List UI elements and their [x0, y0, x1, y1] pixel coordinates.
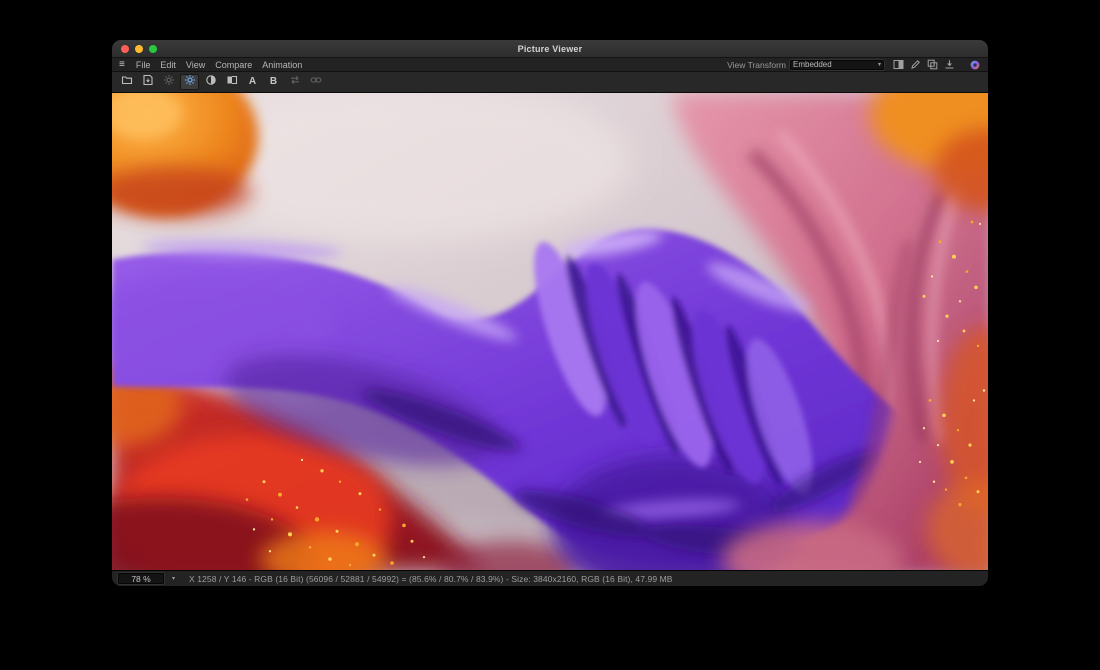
folder-icon: [121, 73, 133, 91]
status-bar: 78 % ▾ X 1258 / Y 146 - RGB (16 Bit) (56…: [112, 570, 988, 586]
download-icon[interactable]: [944, 59, 955, 70]
version-b-label: B: [270, 77, 277, 87]
zoom-level-field[interactable]: 78 %: [118, 573, 164, 584]
gear-icon: [163, 73, 175, 91]
menu-view[interactable]: View: [181, 60, 210, 70]
picture-canvas[interactable]: [112, 93, 988, 570]
compare-fold-button[interactable]: [222, 74, 241, 90]
view-transform-value: Embedded: [793, 60, 832, 69]
window-titlebar[interactable]: Picture Viewer: [112, 40, 988, 58]
contrast-icon: [205, 73, 217, 91]
menu-bar: ≡ File Edit View Compare Animation View …: [112, 58, 988, 72]
contrast-button[interactable]: [201, 74, 220, 90]
version-a-button[interactable]: A: [243, 74, 262, 90]
pixel-info-text: X 1258 / Y 146 - RGB (16 Bit) (56096 / 5…: [189, 574, 673, 584]
version-a-label: A: [249, 77, 256, 87]
picture-viewer-window: Picture Viewer ≡ File Edit View Compare …: [112, 40, 988, 586]
minimize-button[interactable]: [135, 45, 143, 53]
rendered-image: [112, 93, 988, 570]
close-button[interactable]: [121, 45, 129, 53]
save-icon: [142, 73, 154, 91]
link-icon: [310, 73, 322, 91]
window-title: Picture Viewer: [112, 44, 988, 54]
active-gear-icon: [184, 73, 196, 91]
menu-edit[interactable]: Edit: [155, 60, 181, 70]
menu-animation[interactable]: Animation: [257, 60, 307, 70]
swap-arrows-icon: [289, 73, 301, 91]
open-file-button[interactable]: [117, 74, 136, 90]
traffic-lights: [112, 45, 157, 53]
swap-ab-button[interactable]: [285, 74, 304, 90]
view-transform-label: View Transform: [727, 60, 786, 70]
view-transform-dropdown[interactable]: Embedded ▾: [790, 60, 884, 70]
menubar-icon-group: [893, 59, 981, 71]
menu-compare[interactable]: Compare: [210, 60, 257, 70]
compare-fold-icon: [226, 73, 238, 91]
layers-icon[interactable]: [927, 59, 938, 70]
split-view-icon[interactable]: [893, 59, 904, 70]
save-file-button[interactable]: [138, 74, 157, 90]
zoom-dropdown-icon[interactable]: ▾: [167, 573, 180, 584]
menu-file[interactable]: File: [131, 60, 156, 70]
link-ab-button[interactable]: [306, 74, 325, 90]
picture-viewer-toolbar: A B: [112, 72, 988, 93]
display-settings-button[interactable]: [180, 74, 199, 90]
chevron-down-icon: ▾: [878, 62, 881, 68]
annotate-pen-icon[interactable]: [910, 59, 921, 70]
hamburger-menu-icon[interactable]: ≡: [119, 60, 125, 70]
version-b-button[interactable]: B: [264, 74, 283, 90]
render-queue-icon[interactable]: [969, 59, 981, 71]
settings-gear-button[interactable]: [159, 74, 178, 90]
fullscreen-button[interactable]: [149, 45, 157, 53]
